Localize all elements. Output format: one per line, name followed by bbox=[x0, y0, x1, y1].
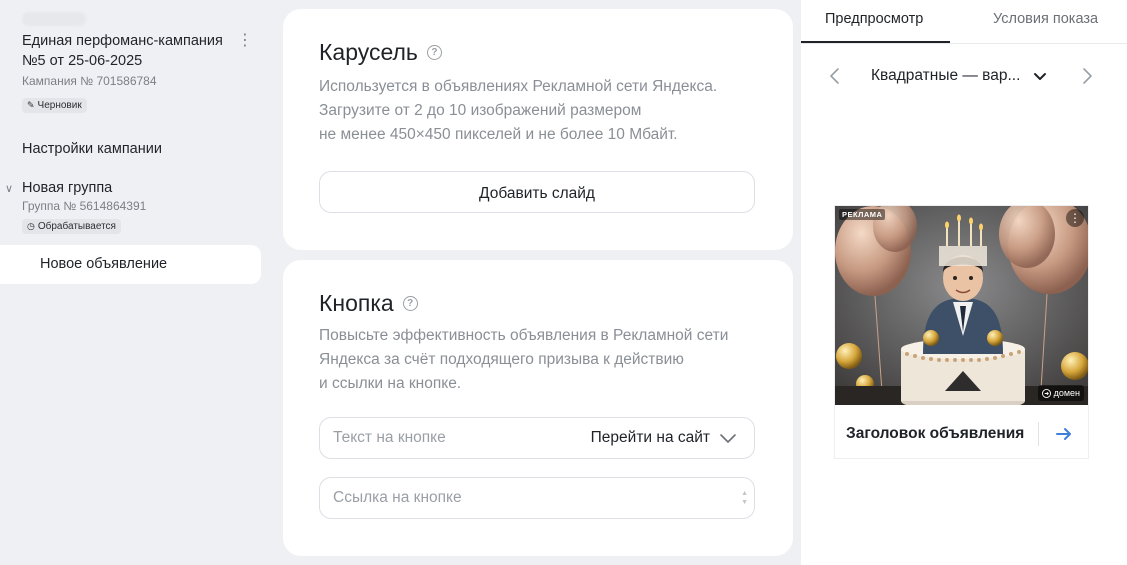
carousel-desc-line: не менее 450×450 пикселей и не более 10 … bbox=[319, 126, 678, 143]
chevron-down-icon[interactable] bbox=[718, 428, 738, 448]
breadcrumb[interactable] bbox=[22, 12, 86, 26]
ad-preview-card[interactable]: РЕКЛАМА ⋮ домен Заголовок объявления bbox=[834, 205, 1089, 459]
campaign-sidebar: Единая перфоманс-кампания №5 от 25-06-20… bbox=[0, 0, 270, 565]
button-link-field[interactable]: Ссылка на кнопке ▲ ▼ bbox=[319, 477, 755, 519]
campaign-status-label: Черновик bbox=[37, 100, 82, 111]
carousel-description: Используется в объявлениях Рекламной сет… bbox=[319, 75, 759, 147]
preview-panel: Предпросмотр Условия показа Квадратные —… bbox=[801, 0, 1127, 565]
ad-image: РЕКЛАМА ⋮ домен bbox=[835, 206, 1088, 405]
chevron-right-icon[interactable] bbox=[1079, 64, 1095, 88]
carousel-desc-line: Загрузите от 2 до 10 изображений размеро… bbox=[319, 102, 642, 119]
button-desc-line: Яндекса за счёт подходящего призыва к де… bbox=[319, 351, 684, 368]
format-selector-label[interactable]: Квадратные — вар... bbox=[871, 67, 1020, 85]
clock-icon: ◷ bbox=[27, 221, 35, 231]
kebab-icon[interactable]: ⋮ bbox=[1066, 209, 1084, 227]
sidebar-item-campaign-settings[interactable]: Настройки кампании bbox=[22, 141, 162, 157]
carousel-card: Карусель ? Используется в объявлениях Ре… bbox=[283, 9, 793, 250]
group-number: Группа № 5614864391 bbox=[22, 199, 147, 213]
arrow-right-icon bbox=[1041, 388, 1051, 398]
chevron-left-icon[interactable] bbox=[827, 64, 843, 88]
campaign-number: Кампания № 701586784 bbox=[22, 74, 157, 88]
button-section-title-text: Кнопка bbox=[319, 290, 394, 316]
button-text-select-value[interactable]: Перейти на сайт bbox=[591, 429, 710, 447]
active-tab-indicator bbox=[801, 41, 950, 43]
spinner-icon: ▲ ▼ bbox=[741, 490, 748, 506]
button-text-placeholder: Текст на кнопке bbox=[333, 429, 446, 446]
tab-display-conditions[interactable]: Условия показа bbox=[993, 11, 1098, 27]
ad-domain-text: домен bbox=[1053, 388, 1080, 398]
ad-domain-chip[interactable]: домен bbox=[1037, 385, 1084, 401]
button-section-description: Повысьте эффективность объявления в Рекл… bbox=[319, 324, 759, 396]
ad-label-badge: РЕКЛАМА bbox=[839, 209, 886, 220]
chevron-down-icon[interactable] bbox=[1031, 67, 1049, 85]
tab-preview[interactable]: Предпросмотр bbox=[825, 11, 923, 27]
preview-tabs: Предпросмотр Условия показа bbox=[801, 0, 1127, 44]
help-icon[interactable]: ? bbox=[426, 45, 442, 60]
carousel-desc-line: Используется в объявлениях Рекламной сет… bbox=[319, 78, 718, 95]
button-card: Кнопка ? Повысьте эффективность объявлен… bbox=[283, 260, 793, 556]
arrow-right-icon[interactable] bbox=[1054, 424, 1074, 444]
group-status-label: Обрабатывается bbox=[37, 221, 116, 232]
group-status-badge: ◷ Обрабатывается bbox=[22, 219, 121, 234]
ad-illustration bbox=[835, 206, 1088, 405]
ad-headline[interactable]: Заголовок объявления bbox=[846, 425, 1024, 443]
carousel-title-text: Карусель bbox=[319, 39, 418, 65]
kebab-icon[interactable]: ⋮ bbox=[236, 32, 254, 50]
help-icon[interactable]: ? bbox=[402, 296, 418, 311]
pencil-icon: ✎ bbox=[27, 100, 35, 110]
button-link-placeholder: Ссылка на кнопке bbox=[333, 489, 462, 506]
sidebar-item-group[interactable]: Новая группа bbox=[22, 180, 112, 196]
divider bbox=[1038, 422, 1039, 446]
sidebar-item-ad[interactable]: Новое объявление bbox=[0, 245, 261, 284]
add-slide-button[interactable]: Добавить слайд bbox=[319, 171, 755, 213]
campaign-status-badge: ✎ Черновик bbox=[22, 98, 87, 113]
button-desc-line: Повысьте эффективность объявления в Рекл… bbox=[319, 327, 729, 344]
button-desc-line: и ссылки на кнопке. bbox=[319, 375, 462, 392]
chevron-down-icon[interactable]: ∨ bbox=[5, 182, 13, 195]
carousel-title: Карусель ? bbox=[319, 39, 442, 66]
button-text-field[interactable]: Текст на кнопке Перейти на сайт bbox=[319, 417, 755, 459]
sidebar-item-ad-label: Новое объявление bbox=[40, 256, 168, 272]
button-section-title: Кнопка ? bbox=[319, 290, 418, 317]
campaign-title[interactable]: Единая перфоманс-кампания №5 от 25-06-20… bbox=[22, 31, 227, 71]
